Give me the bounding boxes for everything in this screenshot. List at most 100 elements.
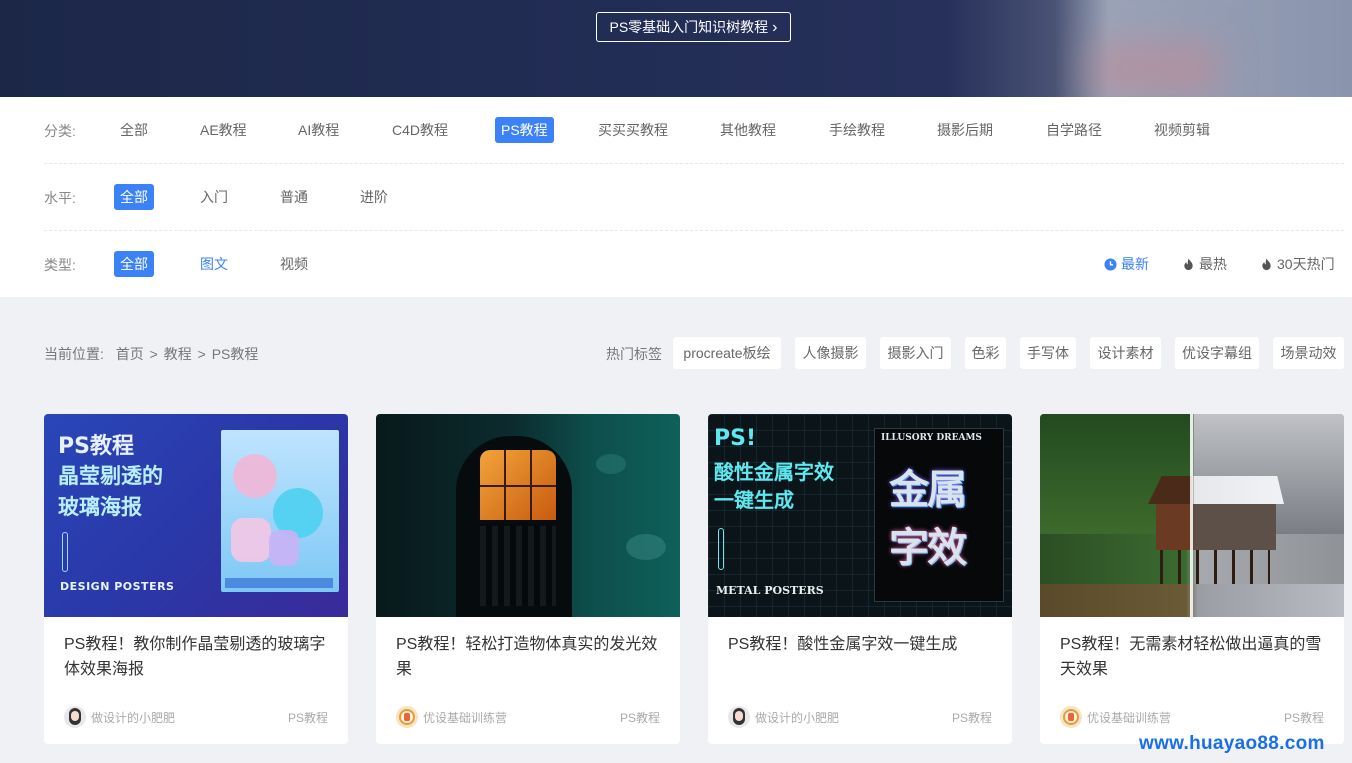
category-filter-row: 分类: 全部 AE教程 AI教程 C4D教程 PS教程 买买买教程 其他教程 手… <box>44 97 1344 164</box>
sort-hottest-label: 最热 <box>1199 256 1227 272</box>
cabin-stilts <box>1160 550 1270 584</box>
breadcrumb-tutorials[interactable]: 教程 <box>164 346 192 362</box>
cabin-wall <box>1156 500 1276 550</box>
thumb-text: 一键生成 <box>714 488 794 512</box>
thumb-text: 玻璃海报 <box>58 495 142 519</box>
avatar-girl-icon <box>728 706 750 728</box>
hot-tag-handwriting[interactable]: 手写体 <box>1020 337 1076 369</box>
article-title[interactable]: PS教程！酸性金属字效一键生成 <box>728 632 994 657</box>
thumb-text: PS! <box>714 426 757 451</box>
article-title[interactable]: PS教程！轻松打造物体真实的发光效果 <box>396 632 662 682</box>
article-card[interactable]: PS教程！轻松打造物体真实的发光效果 优设基础训练营 PS教程 <box>376 414 680 744</box>
type-option-all[interactable]: 全部 <box>114 251 154 277</box>
author[interactable]: 优设基础训练营 <box>1060 706 1171 728</box>
category-option-handdrawn[interactable]: 手绘教程 <box>823 117 891 143</box>
category-option-video-edit[interactable]: 视频剪辑 <box>1148 117 1216 143</box>
category-option-ps[interactable]: PS教程 <box>495 117 554 143</box>
article-card[interactable]: PS教程！无需素材轻松做出逼真的雪天效果 优设基础训练营 PS教程 <box>1040 414 1344 744</box>
category-option-all[interactable]: 全部 <box>114 117 154 143</box>
thumb-decoration <box>62 532 68 572</box>
level-option-all[interactable]: 全部 <box>114 184 154 210</box>
sort-latest-label: 最新 <box>1121 256 1149 272</box>
article-thumbnail[interactable] <box>376 414 680 617</box>
avatar-girl-icon <box>64 706 86 728</box>
avatar-badge-icon <box>1060 706 1082 728</box>
hot-tag-subtitle-team[interactable]: 优设字幕组 <box>1175 337 1259 369</box>
type-option-article[interactable]: 图文 <box>194 251 234 277</box>
poster-image: ILLUSORY DREAMS 金属 字效 <box>874 428 1004 602</box>
level-filter-label: 水平: <box>44 190 76 206</box>
sort-latest[interactable]: 最新 <box>1104 251 1149 277</box>
category-option-shopping[interactable]: 买买买教程 <box>592 117 674 143</box>
article-thumbnail[interactable] <box>1040 414 1344 617</box>
sort-30day-hot-label: 30天热门 <box>1277 256 1335 272</box>
thumb-text: PS教程 <box>58 434 134 459</box>
flame-icon <box>1262 258 1271 271</box>
breadcrumb-home[interactable]: 首页 <box>116 346 144 362</box>
level-option-normal[interactable]: 普通 <box>274 184 314 210</box>
filter-panel: 分类: 全部 AE教程 AI教程 C4D教程 PS教程 买买买教程 其他教程 手… <box>0 97 1352 297</box>
glowing-window <box>480 450 556 520</box>
category-option-self-study[interactable]: 自学路径 <box>1040 117 1108 143</box>
thumb-text: 金属 <box>889 467 967 513</box>
author[interactable]: 优设基础训练营 <box>396 706 507 728</box>
category-option-ai[interactable]: AI教程 <box>292 117 345 143</box>
level-option-beginner[interactable]: 入门 <box>194 184 234 210</box>
banner-course-button[interactable]: PS零基础入门知识树教程 › <box>596 12 791 42</box>
thumb-text: 晶莹剔透的 <box>58 464 163 488</box>
banner-decoration <box>1090 40 1220 97</box>
author-name: 做设计的小肥肥 <box>755 710 840 725</box>
banner-course-button-label: PS零基础入门知识树教程 <box>609 19 769 35</box>
article-category[interactable]: PS教程 <box>288 709 328 726</box>
breadcrumb-current: PS教程 <box>211 346 259 362</box>
hot-tag-photo-beginner[interactable]: 摄影入门 <box>880 337 951 369</box>
thumb-text: DESIGN POSTERS <box>60 580 175 593</box>
type-filter-row: 类型: 全部 图文 视频 最新 最热 30天热门 <box>44 231 1344 298</box>
type-option-video[interactable]: 视频 <box>274 251 314 277</box>
article-thumbnail[interactable]: PS! 酸性金属字效 一键生成 METAL POSTERS ILLUSORY D… <box>708 414 1012 617</box>
breadcrumb-separator: > <box>197 346 206 362</box>
article-title[interactable]: PS教程！无需素材轻松做出逼真的雪天效果 <box>1060 632 1326 682</box>
breadcrumb-prefix: 当前位置: <box>44 346 104 362</box>
sort-30day-hot[interactable]: 30天热门 <box>1260 251 1335 277</box>
hero-banner: PS零基础入门知识树教程 › <box>0 0 1352 97</box>
hot-tag-procreate[interactable]: procreate板绘 <box>673 337 781 369</box>
split-divider <box>1190 414 1193 617</box>
category-filter-label: 分类: <box>44 123 76 139</box>
hot-tag-color[interactable]: 色彩 <box>965 337 1006 369</box>
article-category[interactable]: PS教程 <box>1284 709 1324 726</box>
article-thumbnail[interactable]: PS教程 晶莹剔透的 玻璃海报 DESIGN POSTERS <box>44 414 348 617</box>
thumb-text: METAL POSTERS <box>716 584 824 597</box>
category-option-ae[interactable]: AE教程 <box>194 117 253 143</box>
author[interactable]: 做设计的小肥肥 <box>64 706 175 728</box>
thumb-decoration <box>718 528 724 570</box>
article-card[interactable]: PS! 酸性金属字效 一键生成 METAL POSTERS ILLUSORY D… <box>708 414 1012 744</box>
hot-tag-design-assets[interactable]: 设计素材 <box>1090 337 1161 369</box>
article-title[interactable]: PS教程！教你制作晶莹剔透的玻璃字体效果海报 <box>64 632 330 682</box>
article-category[interactable]: PS教程 <box>952 709 992 726</box>
avatar-badge-icon <box>396 706 418 728</box>
author[interactable]: 做设计的小肥肥 <box>728 706 839 728</box>
clock-icon <box>1104 258 1117 271</box>
breadcrumb-separator: > <box>149 346 158 362</box>
thumb-text: 字效 <box>889 525 967 571</box>
category-option-c4d[interactable]: C4D教程 <box>386 117 454 143</box>
hot-tags-label: 热门标签 <box>606 346 662 362</box>
category-option-photo-post[interactable]: 摄影后期 <box>931 117 999 143</box>
sort-hottest[interactable]: 最热 <box>1182 251 1227 277</box>
article-category[interactable]: PS教程 <box>620 709 660 726</box>
site-watermark: www.huayao88.com <box>1139 733 1325 754</box>
hot-tag-portrait[interactable]: 人像摄影 <box>795 337 866 369</box>
cabin-roof <box>1148 476 1284 504</box>
thumb-text: ILLUSORY DREAMS <box>881 433 982 443</box>
category-option-other[interactable]: 其他教程 <box>714 117 782 143</box>
level-option-advanced[interactable]: 进阶 <box>354 184 394 210</box>
door-panel <box>480 526 556 606</box>
author-name: 优设基础训练营 <box>423 710 508 725</box>
author-name: 优设基础训练营 <box>1087 710 1172 725</box>
chevron-right-icon: › <box>772 19 778 36</box>
author-name: 做设计的小肥肥 <box>91 710 176 725</box>
hot-tag-scene-motion[interactable]: 场景动效 <box>1273 337 1344 369</box>
type-filter-label: 类型: <box>44 257 76 273</box>
article-card[interactable]: PS教程 晶莹剔透的 玻璃海报 DESIGN POSTERS PS教程！教你制作… <box>44 414 348 744</box>
